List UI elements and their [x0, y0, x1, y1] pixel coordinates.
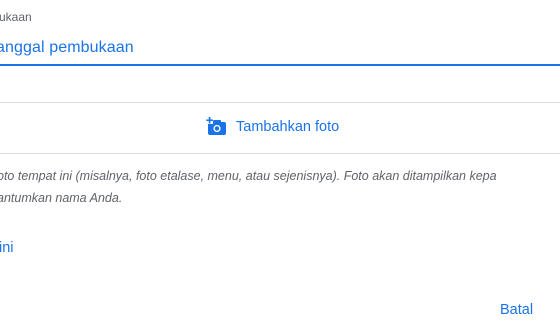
photo-disclaimer-text: oto tempat ini (misalnya, foto etalase, …: [0, 165, 560, 209]
divider: [0, 153, 560, 154]
add-photo-label: Tambahkan foto: [236, 119, 340, 135]
disclaimer-line: oto tempat ini (misalnya, foto etalase, …: [0, 169, 497, 183]
cancel-button[interactable]: Batal: [500, 302, 533, 318]
add-photo-camera-icon: [206, 117, 228, 137]
disclaimer-line: antumkan nama Anda.: [0, 191, 123, 205]
edit-place-dialog: ukaan anggal pembukaan Tambahkan foto ot…: [0, 0, 560, 336]
opening-date-field-underline: [0, 64, 560, 66]
opening-date-field[interactable]: anggal pembukaan: [0, 39, 134, 57]
opening-date-field-label: ukaan: [0, 10, 32, 24]
divider: [0, 102, 560, 103]
add-photo-button[interactable]: Tambahkan foto: [206, 117, 339, 137]
place-link[interactable]: ini: [0, 240, 14, 256]
